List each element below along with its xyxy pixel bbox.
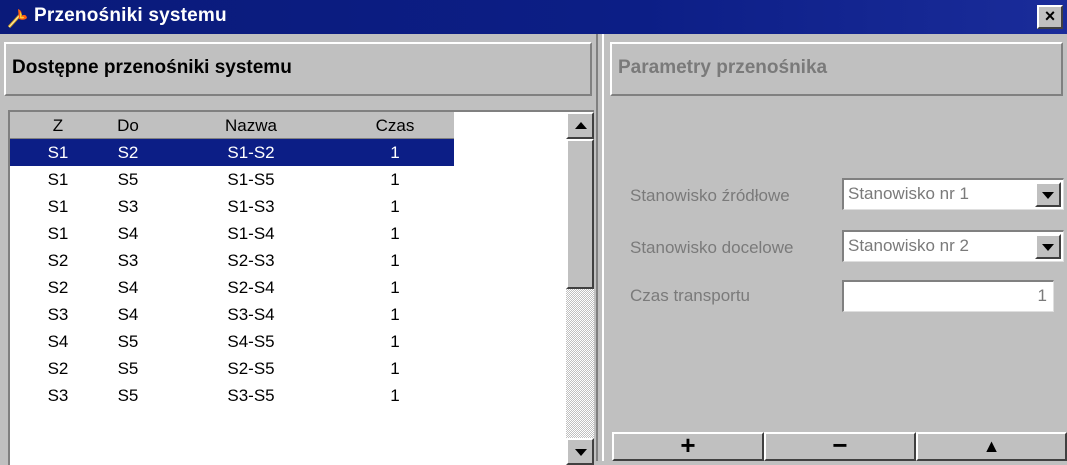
source-station-value: Stanowisko nr 1 — [848, 184, 969, 203]
cell-z: S2 — [47, 278, 69, 297]
column-header-czas[interactable]: Czas — [360, 112, 430, 139]
cell-z: S1 — [47, 170, 69, 189]
scrollbar-thumb[interactable] — [566, 139, 594, 289]
source-station-label: Stanowisko źródłowe — [630, 186, 790, 205]
cell-czas: 1 — [390, 359, 400, 378]
conveyors-list[interactable]: Z Do Nazwa Czas S1 S2 S1-S2 1 S1 S5 S1-S5 1 S1 S3… — [8, 110, 594, 465]
cell-nazwa: S1-S3 — [227, 197, 275, 216]
remove-button[interactable]: − — [764, 432, 916, 461]
cell-do: S5 — [117, 332, 139, 351]
cell-do: S4 — [117, 278, 139, 297]
list-item[interactable]: S4 S5 S4-S5 1 — [10, 328, 454, 355]
transport-time-input[interactable]: 1 — [842, 280, 1054, 312]
left-panel-header: Dostępne przenośniki systemu — [4, 42, 592, 96]
plus-icon: + — [680, 430, 696, 460]
list-item[interactable]: S1 S3 S1-S3 1 — [10, 193, 454, 220]
flame-wand-icon — [7, 9, 27, 29]
cell-z: S3 — [47, 305, 69, 324]
chevron-down-icon — [1042, 192, 1054, 199]
move-up-button[interactable]: ▲ — [916, 432, 1067, 461]
list-item[interactable]: S1 S2 S1-S2 1 — [10, 139, 454, 166]
list-item[interactable]: S3 S5 S3-S5 1 — [10, 382, 454, 409]
cell-czas: 1 — [390, 278, 400, 297]
add-button[interactable]: + — [612, 432, 764, 461]
cell-czas: 1 — [390, 143, 400, 162]
cell-do: S3 — [117, 197, 139, 216]
conveyors-list-panel: Dostępne przenośniki systemu Z Do Nazwa … — [0, 34, 598, 465]
arrow-up-icon — [575, 122, 587, 129]
cell-nazwa: S1-S5 — [227, 170, 275, 189]
column-header-z[interactable]: Z — [38, 112, 78, 139]
cell-nazwa: S2-S4 — [227, 278, 275, 297]
chevron-down-icon — [1042, 244, 1054, 251]
column-header-do[interactable]: Do — [98, 112, 158, 139]
cell-nazwa: S2-S5 — [227, 359, 275, 378]
cell-czas: 1 — [390, 305, 400, 324]
cell-czas: 1 — [390, 332, 400, 351]
list-item[interactable]: S1 S4 S1-S4 1 — [10, 220, 454, 247]
cell-z: S3 — [47, 386, 69, 405]
minus-icon: − — [832, 430, 848, 460]
window-title: Przenośniki systemu — [34, 5, 227, 26]
list-scrollbar[interactable] — [566, 112, 594, 465]
right-panel-header: Parametry przenośnika — [610, 42, 1063, 96]
title-bar: Przenośniki systemu × — [0, 0, 1067, 34]
cell-do: S2 — [117, 143, 139, 162]
cell-czas: 1 — [390, 197, 400, 216]
target-station-select[interactable]: Stanowisko nr 2 — [842, 230, 1064, 262]
cell-czas: 1 — [390, 170, 400, 189]
cell-z: S2 — [47, 251, 69, 270]
arrow-up-icon: ▲ — [982, 436, 1001, 456]
scroll-up-button[interactable] — [566, 112, 594, 139]
source-station-dropdown-button[interactable] — [1035, 182, 1061, 207]
target-station-label: Stanowisko docelowe — [630, 238, 794, 257]
list-header: Z Do Nazwa Czas — [10, 112, 454, 139]
column-header-nazwa[interactable]: Nazwa — [206, 112, 296, 139]
cell-do: S5 — [117, 386, 139, 405]
cell-nazwa: S3-S5 — [227, 386, 275, 405]
cell-z: S1 — [47, 224, 69, 243]
panel-toolbar: + − ▲ — [612, 432, 1067, 461]
cell-z: S4 — [47, 332, 69, 351]
cell-nazwa: S1-S4 — [227, 224, 275, 243]
cell-czas: 1 — [390, 224, 400, 243]
cell-do: S4 — [117, 305, 139, 324]
target-station-value: Stanowisko nr 2 — [848, 236, 969, 255]
target-station-dropdown-button[interactable] — [1035, 234, 1061, 259]
cell-z: S2 — [47, 359, 69, 378]
close-button[interactable]: × — [1037, 5, 1063, 29]
source-station-select[interactable]: Stanowisko nr 1 — [842, 178, 1064, 210]
list-item[interactable]: S3 S4 S3-S4 1 — [10, 301, 454, 328]
cell-nazwa: S2-S3 — [227, 251, 275, 270]
cell-czas: 1 — [390, 386, 400, 405]
list-item[interactable]: S1 S5 S1-S5 1 — [10, 166, 454, 193]
close-icon: × — [1044, 6, 1056, 26]
cell-nazwa: S4-S5 — [227, 332, 275, 351]
cell-z: S1 — [47, 197, 69, 216]
transport-time-label: Czas transportu — [630, 286, 750, 305]
cell-do: S5 — [117, 359, 139, 378]
cell-nazwa: S3-S4 — [227, 305, 275, 324]
cell-do: S5 — [117, 170, 139, 189]
cell-czas: 1 — [390, 251, 400, 270]
cell-do: S3 — [117, 251, 139, 270]
cell-do: S4 — [117, 224, 139, 243]
arrow-down-icon — [575, 449, 587, 456]
list-item[interactable]: S2 S5 S2-S5 1 — [10, 355, 454, 382]
conveyor-parameters-panel: Parametry przenośnika Stanowisko źródłow… — [602, 34, 1067, 461]
list-item[interactable]: S2 S3 S2-S3 1 — [10, 247, 454, 274]
list-item[interactable]: S2 S4 S2-S4 1 — [10, 274, 454, 301]
cell-z: S1 — [47, 143, 69, 162]
cell-nazwa: S1-S2 — [227, 143, 275, 162]
